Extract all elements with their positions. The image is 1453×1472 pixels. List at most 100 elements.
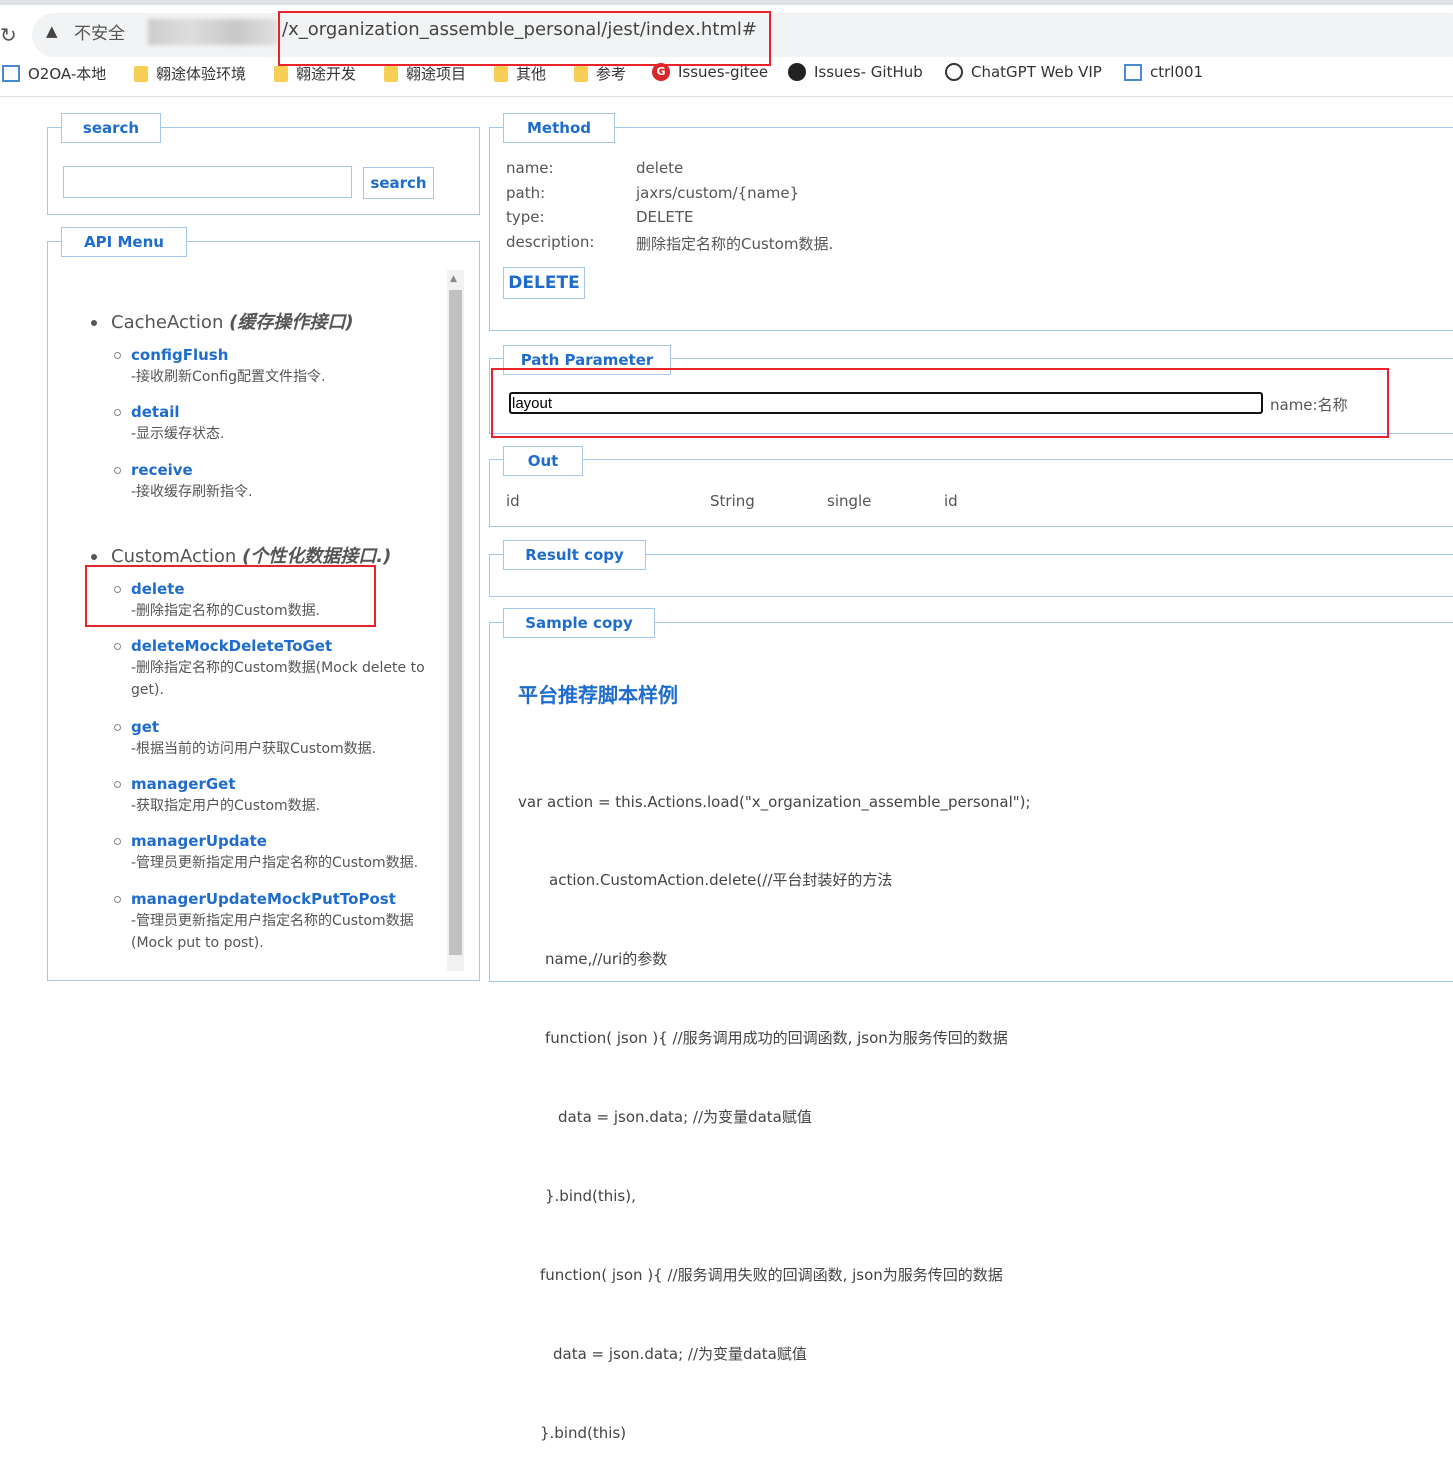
sample-copy-legend[interactable]: Sample copy bbox=[503, 608, 655, 638]
method-name: delete bbox=[636, 159, 684, 177]
annotation-box bbox=[278, 11, 771, 66]
circle-bullet-icon bbox=[114, 352, 121, 359]
o2oa-icon bbox=[1124, 63, 1142, 81]
bookmark-label: 其他 bbox=[516, 65, 547, 83]
out-cell: String bbox=[710, 492, 755, 510]
code-line: data = json.data; //为变量data赋值 bbox=[553, 1344, 807, 1363]
path-label: path: bbox=[506, 184, 546, 202]
group-name: CacheAction bbox=[111, 312, 224, 333]
warning-icon[interactable]: ▲ bbox=[46, 22, 58, 40]
search-input[interactable] bbox=[63, 166, 352, 198]
out-cell: single bbox=[827, 492, 872, 510]
folder-icon bbox=[574, 65, 588, 82]
search-legend: search bbox=[61, 113, 161, 143]
bookmark-folder[interactable]: 翱途开发 bbox=[274, 63, 356, 84]
circle-bullet-icon bbox=[114, 896, 121, 903]
out-panel bbox=[489, 459, 1453, 527]
out-cell: id bbox=[506, 492, 520, 510]
bookmark-folder[interactable]: 参考 bbox=[574, 63, 626, 84]
api-menu-legend: API Menu bbox=[61, 227, 187, 257]
method-legend: Method bbox=[503, 113, 615, 143]
menu-item-link[interactable]: receive bbox=[131, 459, 494, 481]
menu-item[interactable]: detail -显示缓存状态. bbox=[114, 401, 494, 445]
result-copy-legend[interactable]: Result copy bbox=[503, 540, 646, 570]
menu-item-desc: -管理员更新指定用户指定名称的Custom数据(Mock put to post… bbox=[131, 913, 414, 951]
type-label: type: bbox=[506, 208, 545, 226]
menu-item-link[interactable]: managerGet bbox=[131, 773, 444, 795]
bookmark-chatgpt[interactable]: ChatGPT Web VIP bbox=[945, 63, 1102, 81]
code-line: function( json ){ //服务调用成功的回调函数, json为服务… bbox=[545, 1029, 1008, 1048]
menu-item-link[interactable]: deleteMockDeleteToGet bbox=[131, 635, 444, 657]
annotation-box bbox=[85, 565, 376, 627]
bookmark-folder[interactable]: 翱途项目 bbox=[384, 63, 466, 84]
menu-item[interactable]: managerGet -获取指定用户的Custom数据. bbox=[114, 773, 444, 817]
menu-item[interactable]: configFlush -接收刷新Config配置文件指令. bbox=[114, 344, 494, 388]
folder-icon bbox=[134, 65, 148, 82]
code-line: action.CustomAction.delete(//平台封装好的方法 bbox=[549, 871, 893, 890]
delete-button[interactable]: DELETE bbox=[503, 267, 585, 299]
github-icon bbox=[788, 63, 806, 81]
code-line: data = json.data; //为变量data赋值 bbox=[558, 1108, 812, 1127]
menu-item-desc: -显示缓存状态. bbox=[131, 426, 225, 442]
group-note: (个性化数据接口.) bbox=[242, 546, 392, 567]
out-cell: id bbox=[944, 492, 958, 510]
bookmark-folder[interactable]: 翱途体验环境 bbox=[134, 63, 246, 84]
bookmark-label: O2OA-本地 bbox=[28, 65, 107, 83]
bookmark-issues-github[interactable]: Issues- GitHub bbox=[788, 63, 923, 81]
menu-item[interactable]: get -根据当前的访问用户获取Custom数据. bbox=[114, 716, 444, 760]
reload-icon[interactable]: ↻ bbox=[0, 23, 17, 47]
menu-group-cacheaction: CacheAction (缓存操作接口) bbox=[91, 308, 354, 334]
menu-item-link[interactable]: get bbox=[131, 716, 444, 738]
description-label: description: bbox=[506, 233, 595, 251]
bookmark-label: 翱途项目 bbox=[406, 65, 467, 83]
bookmark-o2oa-local[interactable]: O2OA-本地 bbox=[2, 63, 106, 84]
menu-item-link[interactable]: configFlush bbox=[131, 344, 494, 366]
folder-icon bbox=[384, 65, 398, 82]
annotation-box bbox=[491, 368, 1389, 438]
menu-item-link[interactable]: detail bbox=[131, 401, 494, 423]
menu-item-link[interactable]: managerUpdate bbox=[131, 830, 444, 852]
code-line: var action = this.Actions.load("x_organi… bbox=[518, 792, 1031, 811]
menu-item[interactable]: deleteMockDeleteToGet -删除指定名称的Custom数据(Mo… bbox=[114, 635, 444, 701]
menu-item-desc: -根据当前的访问用户获取Custom数据. bbox=[131, 741, 377, 757]
group-note: (缓存操作接口) bbox=[229, 312, 354, 333]
code-line: }.bind(this), bbox=[545, 1187, 636, 1206]
out-legend: Out bbox=[503, 446, 583, 476]
circle-bullet-icon bbox=[114, 643, 121, 650]
method-description: 删除指定名称的Custom数据. bbox=[636, 235, 834, 253]
menu-item-desc: -获取指定用户的Custom数据. bbox=[131, 798, 321, 814]
sample-heading: 平台推荐脚本样例 bbox=[518, 683, 678, 707]
circle-bullet-icon bbox=[114, 781, 121, 788]
scrollbar-thumb[interactable] bbox=[449, 290, 462, 955]
menu-item[interactable]: receive -接收缓存刷新指令. bbox=[114, 459, 494, 503]
group-name: CustomAction bbox=[111, 546, 237, 567]
bookmark-label: 翱途开发 bbox=[296, 65, 357, 83]
bullet-icon bbox=[91, 320, 97, 326]
bookmark-label: Issues- GitHub bbox=[814, 63, 923, 81]
menu-item-desc: -接收缓存刷新指令. bbox=[131, 484, 253, 500]
bookmark-label: ctrl001 bbox=[1150, 63, 1204, 81]
menu-item-link[interactable]: managerUpdateMockPutToPost bbox=[131, 888, 444, 910]
method-panel bbox=[489, 127, 1453, 331]
menu-item[interactable]: managerUpdateMockPutToPost -管理员更新指定用户指定名称… bbox=[114, 888, 444, 954]
scroll-up-icon[interactable]: ▲ bbox=[450, 274, 457, 284]
method-path: jaxrs/custom/{name} bbox=[636, 184, 800, 202]
o2oa-icon bbox=[2, 65, 20, 82]
security-label[interactable]: 不安全 bbox=[74, 19, 125, 44]
menu-item-desc: -删除指定名称的Custom数据(Mock delete to get). bbox=[131, 660, 425, 698]
menu-item-desc: -管理员更新指定用户指定名称的Custom数据. bbox=[131, 855, 419, 871]
menu-item[interactable]: managerUpdate -管理员更新指定用户指定名称的Custom数据. bbox=[114, 830, 444, 874]
code-line: }.bind(this) bbox=[540, 1423, 627, 1442]
bookmark-ctrl001[interactable]: ctrl001 bbox=[1124, 63, 1203, 81]
bullet-icon bbox=[91, 554, 97, 560]
circle-bullet-icon bbox=[114, 838, 121, 845]
folder-icon bbox=[494, 65, 508, 82]
openai-icon bbox=[945, 63, 963, 81]
bookmark-label: 参考 bbox=[596, 65, 627, 83]
menu-item-desc: -接收刷新Config配置文件指令. bbox=[131, 369, 326, 385]
bookmark-label: ChatGPT Web VIP bbox=[971, 63, 1102, 81]
bookmark-folder[interactable]: 其他 bbox=[494, 63, 546, 84]
blurred-host bbox=[148, 19, 278, 45]
code-line: function( json ){ //服务调用失败的回调函数, json为服务… bbox=[540, 1265, 1003, 1284]
search-button[interactable]: search bbox=[363, 167, 434, 199]
